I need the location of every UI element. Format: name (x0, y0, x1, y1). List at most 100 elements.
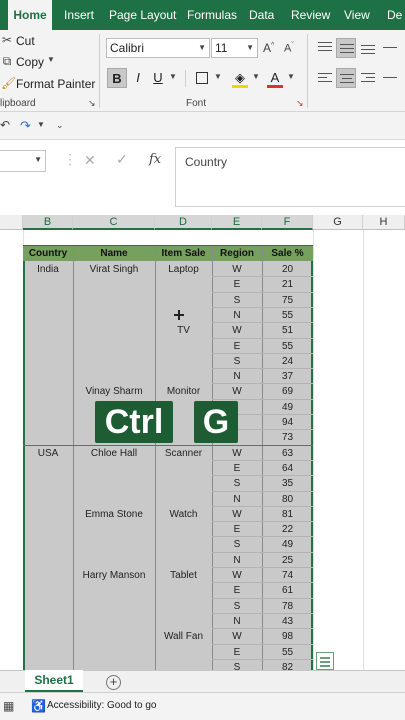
dialog-launcher-icon[interactable]: ↘ (296, 98, 304, 109)
tab-developer[interactable]: De (387, 0, 402, 30)
cell-sale-pct[interactable]: 20 (262, 262, 313, 277)
font-name-select[interactable]: Calibri ▼ (106, 38, 210, 58)
worksheet-grid[interactable]: Country Name Item Sale Region Sale % Ind… (0, 230, 405, 670)
cell-sale-pct[interactable]: 49 (262, 400, 313, 415)
cell-item-sale[interactable]: Watch (155, 507, 212, 522)
column-header-g[interactable]: G (313, 215, 363, 230)
header-region[interactable]: Region (212, 246, 262, 261)
cell-region[interactable]: W (212, 384, 262, 399)
align-center-button[interactable] (336, 68, 356, 88)
decrease-font-size-icon[interactable]: Aˇ (284, 42, 294, 55)
cell-item-sale[interactable]: Wall Fan (155, 629, 212, 644)
tab-view[interactable]: View (344, 0, 370, 30)
cell-region[interactable]: W (212, 568, 262, 583)
cell-region[interactable]: E (212, 339, 262, 354)
cell-sale-pct[interactable]: 37 (262, 369, 313, 384)
cell-region[interactable]: S (212, 354, 262, 369)
accessibility-icon[interactable]: ♿ (31, 699, 46, 713)
cell-region[interactable]: E (212, 522, 262, 537)
formula-input[interactable]: Country (175, 147, 405, 207)
indent-button[interactable] (380, 68, 400, 88)
cell-sale-pct[interactable]: 74 (262, 568, 313, 583)
cell-sale-pct[interactable]: 78 (262, 599, 313, 614)
cell-name[interactable]: Chloe Hall (73, 446, 155, 461)
header-name[interactable]: Name (73, 246, 155, 261)
redo-icon[interactable]: ↷ (20, 118, 31, 134)
format-painter-button[interactable]: Format Painter (16, 77, 95, 91)
paintbrush-icon[interactable]: 🖌 (1, 76, 16, 90)
cell-name[interactable]: Virat Singh (73, 262, 155, 277)
tab-page-layout[interactable]: Page Layout (109, 0, 176, 30)
cell-region[interactable]: W (212, 446, 262, 461)
cell-item-sale[interactable]: Scanner (155, 446, 212, 461)
cell-sale-pct[interactable]: 51 (262, 323, 313, 338)
cell-sale-pct[interactable]: 22 (262, 522, 313, 537)
insert-function-icon[interactable]: fx (149, 152, 161, 167)
cell-sale-pct[interactable]: 55 (262, 339, 313, 354)
enter-icon[interactable]: ✓ (116, 151, 128, 168)
cell-sale-pct[interactable]: 82 (262, 660, 313, 670)
copy-icon[interactable]: ⧉ (0, 54, 14, 69)
cell-item-sale[interactable]: Tablet (155, 568, 212, 583)
tab-formulas[interactable]: Formulas (187, 0, 237, 30)
cell-region[interactable]: N (212, 308, 262, 323)
chevron-down-icon[interactable]: ▼ (214, 72, 222, 81)
dialog-launcher-icon[interactable]: ↘ (88, 98, 96, 109)
chevron-down-icon[interactable]: ▼ (287, 72, 295, 81)
cell-region[interactable]: N (212, 492, 262, 507)
cell-sale-pct[interactable]: 75 (262, 293, 313, 308)
cell-sale-pct[interactable]: 61 (262, 583, 313, 598)
cell-region[interactable]: W (212, 507, 262, 522)
cell-name[interactable]: Harry Manson (73, 568, 155, 583)
orientation-button[interactable] (380, 38, 400, 58)
select-all-corner[interactable] (0, 215, 23, 230)
cell-sale-pct[interactable]: 73 (262, 430, 313, 445)
cell-region[interactable]: W (212, 262, 262, 277)
column-header-b[interactable]: B (23, 215, 73, 230)
cell-sale-pct[interactable]: 63 (262, 446, 313, 461)
cancel-icon[interactable]: ✕ (84, 152, 96, 169)
align-middle-button[interactable] (336, 38, 356, 58)
cell-region[interactable]: S (212, 660, 262, 670)
cut-button[interactable]: Cut (16, 34, 35, 48)
cell-region[interactable]: S (212, 293, 262, 308)
accessibility-status[interactable]: Accessibility: Good to go (47, 700, 157, 711)
cell-name[interactable]: Emma Stone (73, 507, 155, 522)
column-header-f[interactable]: F (262, 215, 313, 230)
cell-country[interactable]: USA (23, 446, 73, 461)
chevron-down-icon[interactable]: ▼ (37, 120, 45, 129)
cell-region[interactable]: W (212, 629, 262, 644)
cell-region[interactable]: N (212, 614, 262, 629)
chevron-down-icon[interactable]: ▼ (47, 55, 55, 64)
cell-region[interactable]: W (212, 323, 262, 338)
cell-region[interactable]: E (212, 461, 262, 476)
cell-sale-pct[interactable]: 69 (262, 384, 313, 399)
cell-sale-pct[interactable]: 35 (262, 476, 313, 491)
quick-analysis-icon[interactable] (316, 652, 334, 670)
italic-button[interactable]: I (128, 68, 148, 88)
header-country[interactable]: Country (23, 246, 73, 261)
cell-sale-pct[interactable]: 55 (262, 308, 313, 323)
cell-sale-pct[interactable]: 98 (262, 629, 313, 644)
column-header-c[interactable]: C (73, 215, 155, 230)
cell-region[interactable]: E (212, 645, 262, 660)
header-item-sale[interactable]: Item Sale (155, 246, 212, 261)
bold-button[interactable]: B (107, 68, 127, 88)
align-top-button[interactable] (315, 38, 335, 58)
drag-handle-icon[interactable]: ⋮ (63, 151, 77, 168)
fill-color-button[interactable]: ◈ (230, 68, 250, 88)
cell-sale-pct[interactable]: 80 (262, 492, 313, 507)
font-color-button[interactable]: A (265, 68, 285, 88)
cell-item-sale[interactable]: TV (155, 323, 212, 338)
column-header-e[interactable]: E (212, 215, 262, 230)
cell-country[interactable]: India (23, 262, 73, 277)
header-sale-pct[interactable]: Sale % (262, 246, 313, 261)
cell-item-sale[interactable]: Laptop (155, 262, 212, 277)
column-header-h[interactable]: H (363, 215, 405, 230)
tab-data[interactable]: Data (249, 0, 274, 30)
undo-icon[interactable]: ↶ (0, 118, 10, 132)
align-left-button[interactable] (315, 68, 335, 88)
borders-button[interactable] (192, 68, 212, 88)
cell-sale-pct[interactable]: 49 (262, 537, 313, 552)
chevron-down-icon[interactable]: ▼ (252, 72, 260, 81)
